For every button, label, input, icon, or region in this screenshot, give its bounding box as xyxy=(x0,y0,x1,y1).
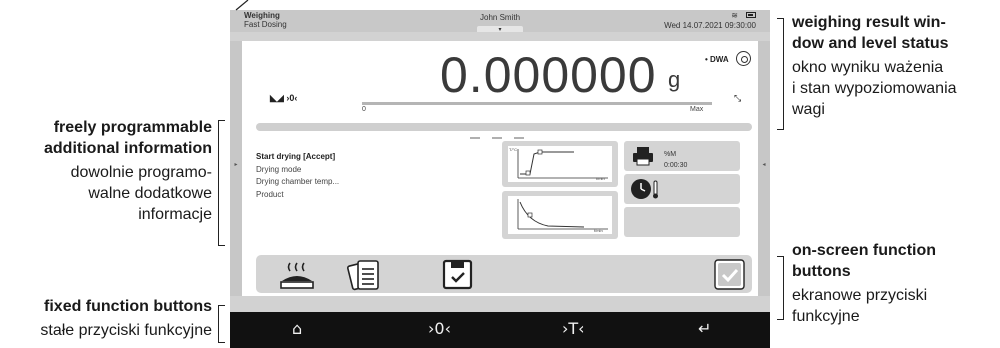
bracket-onscreen xyxy=(777,256,784,320)
graph2-x-label: t/min xyxy=(594,228,603,233)
main-panel: 0.000000 g • DWA ◣◢ ›0‹ ⤡ 0 Max Start dr… xyxy=(242,41,758,296)
callout-onscreen-en-1: on-screen function xyxy=(792,242,937,259)
drying-heat-icon[interactable] xyxy=(278,259,316,289)
zero-button[interactable]: ›0‹ xyxy=(428,319,451,338)
callout-result-pl-2: i stan wypoziomowania xyxy=(792,80,957,97)
callout-onscreen-pl-1: ekranowe przyciski xyxy=(792,287,928,304)
accept-check-icon[interactable] xyxy=(714,259,746,290)
user-name[interactable]: John Smith xyxy=(480,13,520,22)
range-max-label: Max xyxy=(690,106,704,113)
battery-icon xyxy=(746,12,756,18)
temperature-graph-card[interactable]: T/°C t/min xyxy=(502,141,618,187)
weight-value: 0.000000 xyxy=(440,47,657,103)
chevron-right-icon: ▸ xyxy=(234,162,238,168)
weight-unit[interactable]: g xyxy=(668,67,680,93)
callout-onscreen-en-2: buttons xyxy=(792,263,851,280)
save-check-graphic xyxy=(442,259,473,290)
print-card-text: %M 0:00:30 xyxy=(664,149,687,171)
callout-result-pl-3: wagi xyxy=(792,101,825,118)
callout-info-en-1: freely programmable xyxy=(53,119,212,136)
print-card[interactable]: %M 0:00:30 xyxy=(624,141,740,171)
bracket-info xyxy=(218,120,225,246)
wifi-icon: ≋ xyxy=(731,11,738,20)
callout-onscreen-pl-2: funkcyjne xyxy=(792,308,860,325)
print-label-percent: %M xyxy=(664,151,677,158)
weight-loss-graph-card[interactable]: t/min xyxy=(502,191,618,239)
drying-heat-graphic xyxy=(280,262,314,289)
page-indicator[interactable] xyxy=(470,137,480,139)
callout-info-en-2: additional information xyxy=(44,140,212,157)
home-button[interactable]: ⌂ xyxy=(292,319,302,338)
info-line: Drying mode xyxy=(256,164,302,174)
callout-result-en-2: dow and level status xyxy=(792,35,949,52)
range-zero-label: 0 xyxy=(362,106,366,113)
callout-fixed-en: fixed function buttons xyxy=(44,298,212,315)
accept-check-graphic xyxy=(714,259,745,290)
empty-info-card[interactable] xyxy=(624,207,740,237)
timer-card[interactable] xyxy=(624,174,740,204)
device-screen: Weighing Fast Dosing John Smith ▾ ≋ Wed … xyxy=(230,10,770,348)
tare-button[interactable]: ›T‹ xyxy=(562,319,585,338)
callout-onscreen-buttons: on-screen function buttons ekranowe przy… xyxy=(792,240,936,327)
page-indicator[interactable] xyxy=(492,137,502,139)
callout-info-pl-1: dowolnie programo- xyxy=(70,164,212,181)
app-mode: Fast Dosing xyxy=(244,20,287,29)
graph1-x-label: t/min xyxy=(596,176,605,181)
callout-fixed-buttons: fixed function buttons stałe przyciski f… xyxy=(40,296,212,341)
chevron-left-icon: ◂ xyxy=(762,162,766,168)
dwa-indicator: • DWA xyxy=(705,55,729,64)
weight-loss-plot: t/min xyxy=(508,196,612,234)
fixed-function-bar: ⌂ ›0‹ ›T‹ ↵ xyxy=(230,312,770,348)
callout-weighing-result: weighing result win- dow and level statu… xyxy=(792,12,957,120)
page-indicator[interactable] xyxy=(514,137,524,139)
right-side-tab[interactable]: ◂ xyxy=(758,41,770,296)
info-line: Start drying [Accept] xyxy=(256,152,336,161)
callout-info-pl-2: walne dodatkowe xyxy=(88,185,212,202)
temperature-plot: T/°C t/min xyxy=(508,146,612,182)
info-line: Product xyxy=(256,189,284,199)
callout-pointer-line xyxy=(235,0,249,11)
save-check-icon[interactable] xyxy=(442,259,474,290)
left-side-tab[interactable]: ▸ xyxy=(230,41,242,296)
date-time: Wed 14.07.2021 09:30:00 xyxy=(664,21,756,30)
weighing-range-bar xyxy=(362,102,712,105)
stability-icon: ⤡ xyxy=(734,93,742,103)
callout-result-en-1: weighing result win- xyxy=(792,14,946,31)
chevron-down-icon[interactable]: ▾ xyxy=(477,26,523,33)
callout-info-pl-3: informacje xyxy=(138,206,212,223)
onscreen-function-bar xyxy=(256,255,752,293)
callout-result-pl-1: okno wyniku ważenia xyxy=(792,59,944,76)
clock-thermometer-icon xyxy=(631,179,658,199)
print-label-time: 0:00:30 xyxy=(664,162,688,169)
graph1-y-label: T/°C xyxy=(509,147,518,152)
status-bar: Weighing Fast Dosing John Smith ▾ ≋ Wed … xyxy=(230,10,770,33)
stability-zero-indicator: ◣◢ ›0‹ xyxy=(270,93,298,103)
bracket-result xyxy=(777,18,784,130)
bracket-fixed xyxy=(218,305,225,343)
protocol-list-icon[interactable] xyxy=(346,259,382,291)
printer-icon xyxy=(633,147,653,166)
additional-info: Start drying [Accept] Drying mode Drying… xyxy=(256,151,339,201)
dosing-progress-bar xyxy=(256,123,752,131)
protocol-list-graphic xyxy=(346,260,379,291)
callout-fixed-pl: stałe przyciski funkcyjne xyxy=(40,322,212,339)
level-icon[interactable] xyxy=(736,51,751,66)
info-line: Drying chamber temp... xyxy=(256,177,340,186)
callout-additional-info: freely programmable additional informati… xyxy=(44,117,212,225)
enter-button[interactable]: ↵ xyxy=(698,319,711,338)
